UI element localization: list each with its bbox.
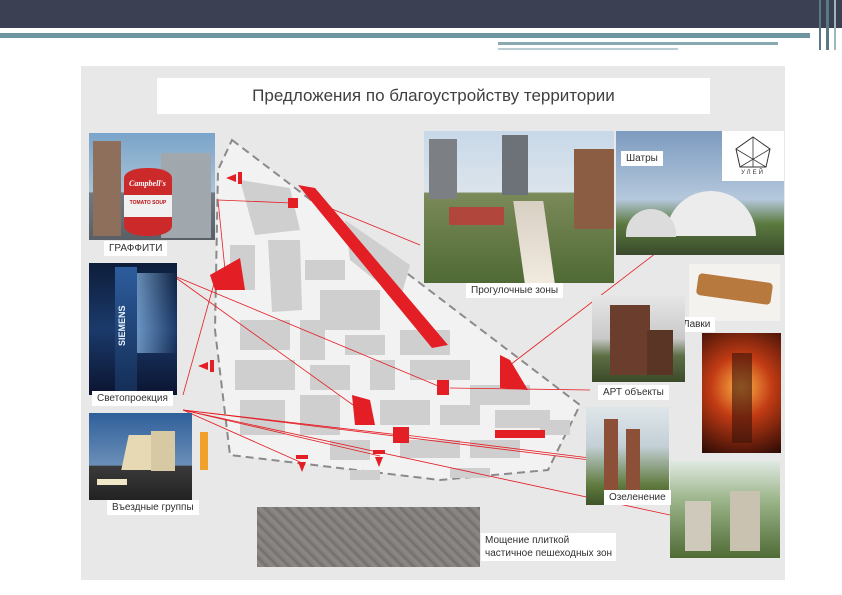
tower-shape	[626, 429, 640, 499]
entrance-arrow	[198, 362, 208, 370]
building	[300, 395, 340, 435]
building	[440, 405, 480, 425]
building	[310, 365, 350, 390]
label-tents: Шатры	[621, 151, 663, 166]
structure-shape	[685, 501, 711, 551]
art-zone	[437, 380, 449, 395]
label-graffiti: ГРАФФИТИ	[104, 241, 168, 256]
entrance-arrow	[298, 462, 306, 472]
benches-photo	[689, 264, 780, 321]
label-walk-zones: Прогулочные зоны	[466, 283, 564, 298]
building	[240, 320, 290, 350]
building	[268, 240, 302, 312]
building	[380, 400, 430, 425]
building	[235, 360, 295, 390]
campbells-text: Campbell's	[129, 179, 166, 188]
label-projection: Светопроекция	[92, 391, 173, 406]
soup-can-band	[124, 195, 172, 217]
dome-shape	[666, 191, 756, 236]
entrance-gate-shape	[151, 431, 175, 471]
structure-shape	[732, 353, 752, 443]
path-shape	[513, 201, 555, 283]
connector-line	[182, 279, 216, 396]
entrance-marker	[200, 432, 208, 470]
building	[410, 360, 470, 380]
bench-shape	[695, 272, 774, 306]
building	[450, 468, 490, 478]
entrance-arrow	[210, 360, 214, 372]
building	[320, 290, 380, 330]
building-shape	[574, 149, 614, 229]
label-art: АРТ объекты	[598, 385, 669, 400]
entrance-arrow	[238, 172, 242, 184]
label-paving: Мощение плиткой частичное пешеходных зон	[481, 533, 617, 561]
tower-shape	[647, 330, 673, 375]
paving-zone	[495, 430, 545, 438]
building	[370, 360, 395, 390]
building	[305, 260, 345, 280]
tents-photo: УЛЕЙ	[616, 131, 784, 255]
rail-structure	[449, 207, 504, 225]
tower-shape	[604, 419, 618, 499]
art-photo	[592, 295, 685, 382]
logo-text: УЛЕЙ	[741, 170, 765, 176]
dome-shape	[626, 209, 676, 237]
building	[350, 470, 380, 480]
tomato-soup-text: TOMATO SOUP	[129, 200, 167, 206]
tower-shape	[610, 305, 650, 375]
entrance-arrow	[296, 455, 308, 459]
building	[345, 335, 385, 355]
ulei-logo: УЛЕЙ	[722, 131, 784, 181]
siemens-text: SIEMENS	[117, 305, 127, 347]
greening-garden-photo	[670, 461, 780, 558]
structure-shape	[730, 491, 760, 551]
entrance-photo	[89, 413, 192, 500]
label-greening: Озеленение	[604, 490, 671, 505]
building	[470, 440, 520, 458]
projection-photo: SIEMENS	[89, 263, 177, 395]
building-shape	[93, 141, 121, 236]
building-shape	[429, 139, 457, 199]
light-beam	[137, 273, 177, 353]
label-paving-line2: частичное пешеходных зон	[485, 548, 613, 559]
art-night-photo	[702, 333, 781, 453]
paving-photo	[257, 507, 480, 567]
page-title: Предложения по благоустройству территори…	[157, 78, 710, 114]
building-shape	[502, 135, 528, 195]
building	[300, 320, 325, 360]
walkway-photo	[424, 131, 614, 283]
label-paving-line1: Мощение плиткой	[485, 535, 570, 546]
sign-shape	[97, 479, 127, 485]
label-entrance: Въездные группы	[107, 500, 199, 515]
graffiti-photo: Campbell's TOMATO SOUP	[89, 133, 215, 240]
